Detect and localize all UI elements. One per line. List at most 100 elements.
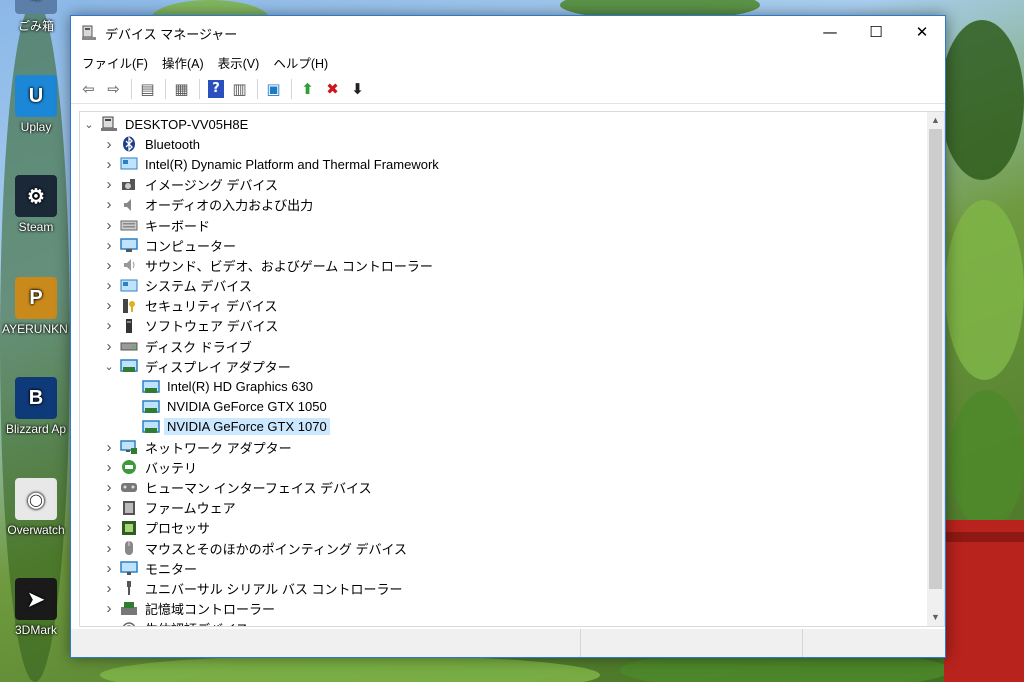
app-shortcut-icon: ♲ bbox=[15, 0, 57, 14]
disable-icon[interactable]: ⬇ bbox=[346, 77, 369, 100]
chevron-right-icon[interactable]: › bbox=[102, 257, 116, 274]
desktop-icon-label: ごみ箱 bbox=[17, 19, 54, 33]
scroll-up-arrow[interactable]: ▲ bbox=[927, 112, 944, 129]
chevron-right-icon[interactable]: › bbox=[102, 540, 116, 557]
desktop-icon-1[interactable]: U Uplay bbox=[2, 75, 70, 134]
chevron-right-icon[interactable]: › bbox=[102, 136, 116, 153]
desktop-icon-4[interactable]: B Blizzard Ap bbox=[2, 377, 70, 436]
app-shortcut-icon: ➤ bbox=[15, 578, 57, 620]
tree-category[interactable]: › ディスク ドライブ bbox=[80, 336, 927, 356]
tree-device[interactable]: NVIDIA GeForce GTX 1070 bbox=[80, 417, 927, 437]
minimize-button[interactable]: — bbox=[807, 16, 853, 48]
tree-category[interactable]: › ソフトウェア デバイス bbox=[80, 316, 927, 336]
tree-category[interactable]: ⌄ ディスプレイ アダプター bbox=[80, 356, 927, 376]
chevron-right-icon[interactable]: › bbox=[102, 479, 116, 496]
status-cell-right bbox=[803, 629, 945, 657]
list-view-icon[interactable]: ▦ bbox=[170, 77, 193, 100]
tree-category[interactable]: › サウンド、ビデオ、およびゲーム コントローラー bbox=[80, 255, 927, 275]
tree-root[interactable]: ⌄ DESKTOP-VV05H8E bbox=[80, 114, 927, 134]
speaker-icon bbox=[120, 197, 138, 213]
keyboard-icon bbox=[120, 217, 138, 233]
chevron-right-icon[interactable]: › bbox=[102, 439, 116, 456]
chevron-right-icon[interactable]: › bbox=[102, 600, 116, 617]
device-tree[interactable]: ⌄ DESKTOP-VV05H8E › Bluetooth › Intel(R) Dy… bbox=[80, 112, 927, 626]
tree-category[interactable]: › システム デバイス bbox=[80, 276, 927, 296]
tree-category[interactable]: › コンピューター bbox=[80, 235, 927, 255]
chevron-right-icon[interactable]: › bbox=[102, 277, 116, 294]
menu-file[interactable]: ファイル(F) bbox=[75, 51, 155, 74]
vertical-scrollbar[interactable]: ▲ ▼ bbox=[927, 112, 944, 626]
menu-action[interactable]: 操作(A) bbox=[155, 51, 211, 74]
chevron-right-icon[interactable]: › bbox=[102, 176, 116, 193]
chevron-right-icon[interactable]: › bbox=[102, 560, 116, 577]
scroll-thumb[interactable] bbox=[929, 129, 942, 589]
chevron-down-icon[interactable]: ⌄ bbox=[82, 118, 96, 131]
properties-icon[interactable]: ▤ bbox=[136, 77, 159, 100]
tree-category[interactable]: › ヒューマン インターフェイス デバイス bbox=[80, 477, 927, 497]
tree-root-label: DESKTOP-VV05H8E bbox=[125, 116, 249, 132]
monitor-icon bbox=[120, 560, 138, 576]
chevron-right-icon[interactable]: › bbox=[102, 217, 116, 234]
driver-details-icon[interactable]: ▥ bbox=[228, 77, 251, 100]
close-button[interactable]: ✕ bbox=[899, 16, 945, 48]
tree-category[interactable]: › ユニバーサル シリアル バス コントローラー bbox=[80, 578, 927, 598]
chevron-right-icon[interactable]: › bbox=[102, 459, 116, 476]
tree-category[interactable]: › プロセッサ bbox=[80, 518, 927, 538]
maximize-button[interactable]: ☐ bbox=[853, 16, 899, 48]
desktop-icon-3[interactable]: P AYERUNKN TTLEGROUN bbox=[2, 277, 70, 336]
tree-device[interactable]: NVIDIA GeForce GTX 1050 bbox=[80, 397, 927, 417]
chevron-right-icon[interactable]: › bbox=[102, 237, 116, 254]
chevron-right-icon[interactable]: › bbox=[102, 580, 116, 597]
title-bar[interactable]: デバイス マネージャー — ☐ ✕ bbox=[71, 16, 945, 50]
tree-item-label: ネットワーク アダプター bbox=[145, 440, 292, 456]
desktop-icon-2[interactable]: ⚙ Steam bbox=[2, 175, 70, 234]
tree-category[interactable]: › 記憶域コントローラー bbox=[80, 599, 927, 619]
toolbar: ⇦ ⇨ ▤ ▦? ▥ ▣ ⬆ ✖ ⬇ bbox=[71, 74, 945, 104]
tree-item-label: ソフトウェア デバイス bbox=[145, 319, 279, 335]
desktop-icon-6[interactable]: ➤ 3DMark bbox=[2, 578, 70, 637]
desktop-icon-0[interactable]: ♲ ごみ箱 bbox=[2, 0, 70, 34]
chevron-right-icon[interactable]: › bbox=[102, 317, 116, 334]
uninstall-icon[interactable]: ✖ bbox=[321, 77, 344, 100]
tree-device[interactable]: Intel(R) HD Graphics 630 bbox=[80, 376, 927, 396]
storage-controller-icon bbox=[120, 601, 138, 617]
tree-category[interactable]: › Bluetooth bbox=[80, 134, 927, 154]
tree-item-label: イメージング デバイス bbox=[145, 178, 278, 194]
tree-category[interactable]: › キーボード bbox=[80, 215, 927, 235]
chevron-right-icon[interactable]: › bbox=[102, 620, 116, 626]
chevron-right-icon[interactable]: › bbox=[102, 519, 116, 536]
tree-category[interactable]: › Intel(R) Dynamic Platform and Thermal F… bbox=[80, 154, 927, 174]
display-adapter-icon bbox=[142, 419, 160, 435]
tree-item-label: サウンド、ビデオ、およびゲーム コントローラー bbox=[145, 258, 433, 274]
tree-category[interactable]: › ネットワーク アダプター bbox=[80, 437, 927, 457]
menu-help[interactable]: ヘルプ(H) bbox=[266, 51, 335, 74]
tree-category[interactable]: › マウスとそのほかのポインティング デバイス bbox=[80, 538, 927, 558]
scan-hardware-icon[interactable]: ▣ bbox=[262, 77, 285, 100]
tree-item-label: コンピューター bbox=[145, 238, 237, 254]
device-tree-pane: ⌄ DESKTOP-VV05H8E › Bluetooth › Intel(R) Dy… bbox=[79, 111, 945, 627]
chevron-right-icon[interactable]: › bbox=[102, 196, 116, 213]
tree-category[interactable]: › セキュリティ デバイス bbox=[80, 296, 927, 316]
update-driver-icon[interactable]: ⬆ bbox=[296, 77, 319, 100]
desktop-icon-label: Steam bbox=[18, 220, 54, 234]
scroll-down-arrow[interactable]: ▼ bbox=[927, 609, 944, 626]
chevron-right-icon[interactable]: › bbox=[102, 338, 116, 355]
tree-item-label: ヒューマン インターフェイス デバイス bbox=[145, 480, 372, 496]
desktop-icon-5[interactable]: ◉ Overwatch bbox=[2, 478, 70, 537]
help-icon[interactable]: ? bbox=[208, 79, 224, 98]
back-icon[interactable]: ⇦ bbox=[77, 77, 100, 100]
tree-category[interactable]: › オーディオの入力および出力 bbox=[80, 195, 927, 215]
forward-icon[interactable]: ⇨ bbox=[102, 77, 125, 100]
tree-category[interactable]: › イメージング デバイス bbox=[80, 175, 927, 195]
tree-category[interactable]: › ファームウェア bbox=[80, 498, 927, 518]
menu-view[interactable]: 表示(V) bbox=[211, 51, 267, 74]
chevron-down-icon[interactable]: ⌄ bbox=[102, 360, 116, 373]
chevron-right-icon[interactable]: › bbox=[102, 297, 116, 314]
chevron-right-icon[interactable]: › bbox=[102, 156, 116, 173]
tree-item-label: Bluetooth bbox=[145, 136, 200, 152]
tree-category[interactable]: › バッテリ bbox=[80, 457, 927, 477]
tree-item-label: オーディオの入力および出力 bbox=[145, 198, 314, 214]
tree-category[interactable]: › モニター bbox=[80, 558, 927, 578]
tree-category[interactable]: › 生体認証デバイス bbox=[80, 619, 927, 626]
chevron-right-icon[interactable]: › bbox=[102, 499, 116, 516]
